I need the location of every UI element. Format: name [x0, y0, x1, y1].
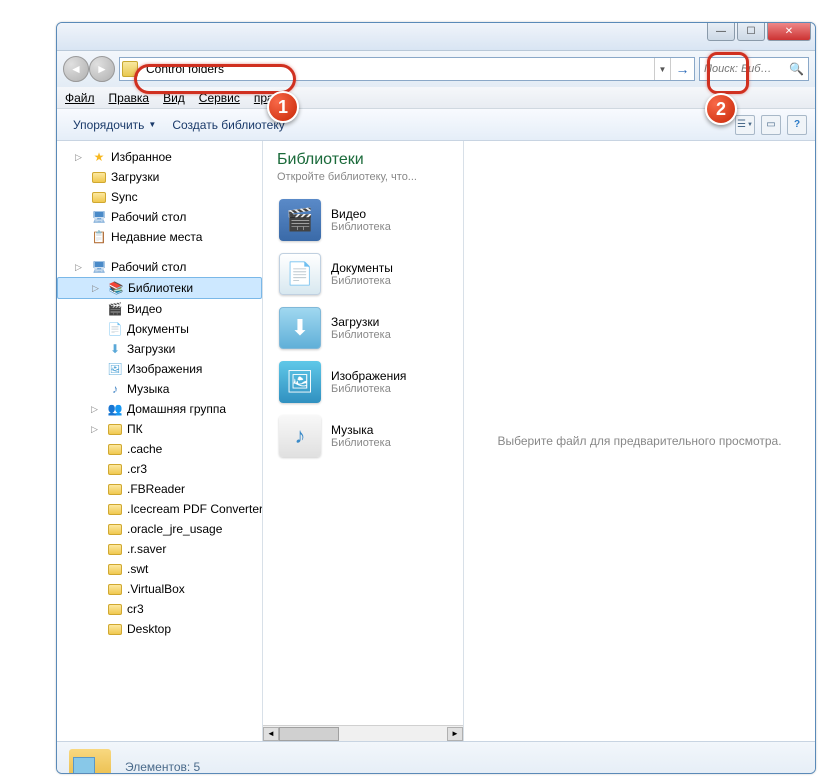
menu-edit[interactable]: Правка	[109, 91, 150, 105]
sidebar-item-downloads-lib[interactable]: ⬇Загрузки	[57, 339, 262, 359]
search-box[interactable]: 🔍	[699, 57, 809, 81]
search-icon[interactable]: 🔍	[789, 62, 804, 76]
navigation-bar: ◄ ► ▼ → 🔍	[57, 51, 815, 87]
organize-button[interactable]: Упорядочить▼	[65, 114, 164, 136]
library-item-documents[interactable]: 📄 ДокументыБиблиотека	[277, 247, 449, 301]
sidebar-item-documents[interactable]: 📄Документы	[57, 319, 262, 339]
sidebar-item-desktop-folder[interactable]: Desktop	[57, 619, 262, 639]
document-icon: 📄	[279, 253, 321, 295]
close-button[interactable]: ✕	[767, 23, 811, 41]
scroll-right-button[interactable]: ►	[447, 727, 463, 741]
content-pane[interactable]: Библиотеки Откройте библиотеку, что... 🎬…	[263, 141, 463, 741]
view-mode-button[interactable]: ☰▼	[735, 115, 755, 135]
content-title: Библиотеки	[277, 151, 449, 169]
toolbar: Упорядочить▼ Создать библиотеку ☰▼ ▭ ?	[57, 109, 815, 141]
library-item-music[interactable]: ♪ МузыкаБиблиотека	[277, 409, 449, 463]
explorer-window: — ☐ ✕ ◄ ► ▼ → 🔍 Файл Правка Вид Сервис п…	[56, 22, 816, 774]
sidebar-item-icecream[interactable]: .Icecream PDF Converter	[57, 499, 262, 519]
address-input[interactable]	[140, 60, 654, 78]
go-button[interactable]: →	[670, 58, 694, 80]
sidebar-item-rsaver[interactable]: .r.saver	[57, 539, 262, 559]
sidebar-item-video[interactable]: 🎬Видео	[57, 299, 262, 319]
library-item-downloads[interactable]: ⬇ ЗагрузкиБиблиотека	[277, 301, 449, 355]
badge-2: 2	[705, 93, 737, 125]
scroll-left-button[interactable]: ◄	[263, 727, 279, 741]
sidebar-item-images[interactable]: 🖼Изображения	[57, 359, 262, 379]
sidebar-desktop[interactable]: ▷🖥Рабочий стол	[57, 257, 262, 277]
help-button[interactable]: ?	[787, 115, 807, 135]
sidebar-item-swt[interactable]: .swt	[57, 559, 262, 579]
minimize-button[interactable]: —	[707, 23, 735, 41]
video-icon: 🎬	[279, 199, 321, 241]
maximize-button[interactable]: ☐	[737, 23, 765, 41]
library-item-images[interactable]: 🖼 ИзображенияБиблиотека	[277, 355, 449, 409]
titlebar: — ☐ ✕	[57, 23, 815, 51]
sidebar-item-cr3-2[interactable]: cr3	[57, 599, 262, 619]
music-icon: ♪	[279, 415, 321, 457]
menu-view[interactable]: Вид	[163, 91, 185, 105]
sidebar-item-virtualbox[interactable]: .VirtualBox	[57, 579, 262, 599]
menu-service[interactable]: Сервис	[199, 91, 240, 105]
status-bar: Элементов: 5	[57, 741, 815, 774]
back-button[interactable]: ◄	[63, 56, 89, 82]
image-icon: 🖼	[279, 361, 321, 403]
sidebar-pc[interactable]: ▷ПК	[57, 419, 262, 439]
address-bar[interactable]: ▼ →	[119, 57, 695, 81]
status-folder-icon	[69, 749, 111, 775]
menu-bar: Файл Правка Вид Сервис правка	[57, 87, 815, 109]
sidebar-item-downloads[interactable]: Загрузки	[57, 167, 262, 187]
library-item-video[interactable]: 🎬 ВидеоБиблиотека	[277, 193, 449, 247]
sidebar-item-desktop[interactable]: 🖥Рабочий стол	[57, 207, 262, 227]
forward-button[interactable]: ►	[89, 56, 115, 82]
sidebar-item-music[interactable]: ♪Музыка	[57, 379, 262, 399]
address-dropdown[interactable]: ▼	[654, 58, 670, 80]
body: ▷★Избранное Загрузки Sync 🖥Рабочий стол …	[57, 141, 815, 741]
horizontal-scrollbar[interactable]: ◄ ►	[263, 725, 463, 741]
content-subtitle: Откройте библиотеку, что...	[277, 171, 449, 183]
status-text: Элементов: 5	[125, 760, 200, 774]
sidebar-item-cache[interactable]: .cache	[57, 439, 262, 459]
sidebar-favorites[interactable]: ▷★Избранное	[57, 147, 262, 167]
main-area: Библиотеки Откройте библиотеку, что... 🎬…	[263, 141, 815, 741]
folder-icon	[122, 61, 138, 77]
search-input[interactable]	[704, 63, 789, 75]
sidebar-item-oracle[interactable]: .oracle_jre_usage	[57, 519, 262, 539]
navigation-pane[interactable]: ▷★Избранное Загрузки Sync 🖥Рабочий стол …	[57, 141, 263, 741]
chevron-down-icon: ▼	[148, 120, 156, 129]
preview-pane-button[interactable]: ▭	[761, 115, 781, 135]
preview-pane: Выберите файл для предварительного просм…	[463, 141, 815, 741]
sidebar-item-recent[interactable]: 📋Недавние места	[57, 227, 262, 247]
sidebar-item-sync[interactable]: Sync	[57, 187, 262, 207]
menu-file[interactable]: Файл	[65, 91, 95, 105]
sidebar-item-fbreader[interactable]: .FBReader	[57, 479, 262, 499]
sidebar-libraries[interactable]: ▷📚Библиотеки	[57, 277, 262, 299]
download-icon: ⬇	[279, 307, 321, 349]
sidebar-item-cr3[interactable]: .cr3	[57, 459, 262, 479]
sidebar-homegroup[interactable]: ▷👥Домашняя группа	[57, 399, 262, 419]
badge-1: 1	[267, 91, 299, 123]
scroll-thumb[interactable]	[279, 727, 339, 741]
